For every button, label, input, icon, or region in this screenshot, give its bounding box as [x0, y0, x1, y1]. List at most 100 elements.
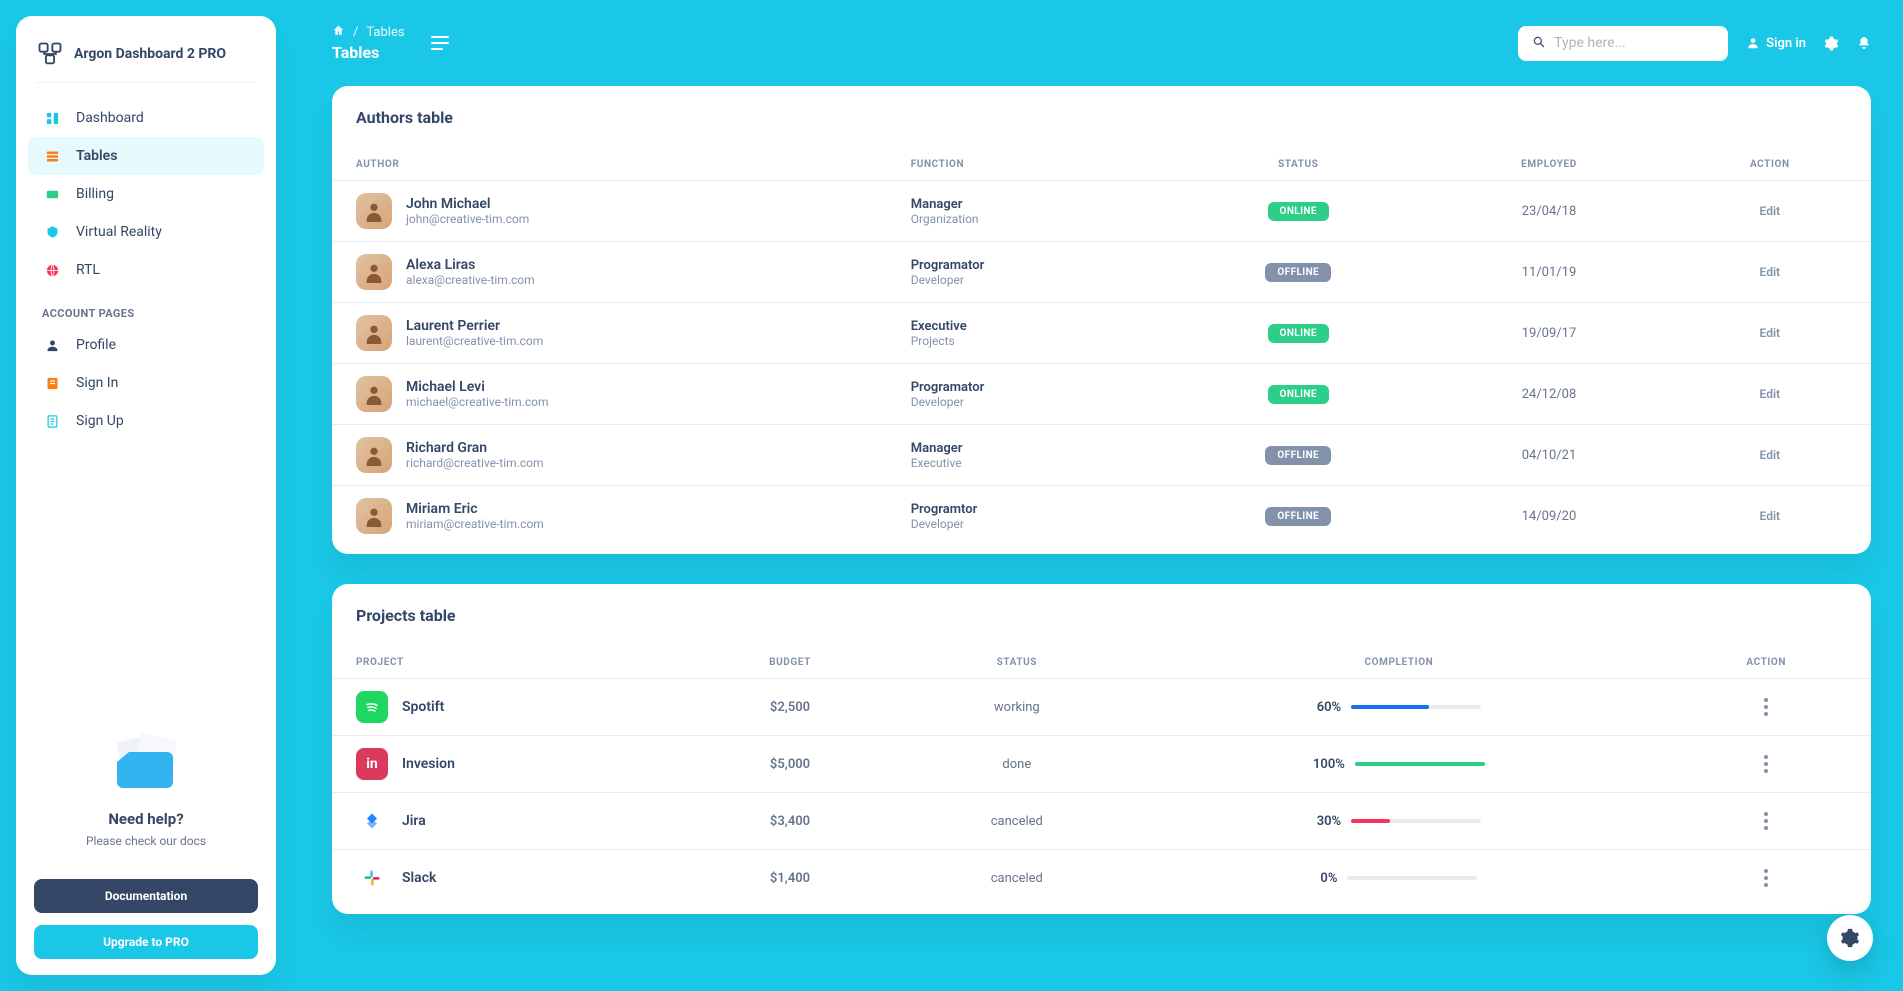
upgrade-button[interactable]: Upgrade to PRO — [34, 925, 258, 959]
edit-link[interactable]: Edit — [1760, 265, 1781, 279]
author-name: Laurent Perrier — [406, 318, 543, 334]
avatar — [356, 193, 392, 229]
table-row: Jira $3,400 canceled 30% — [332, 793, 1871, 850]
project-status: working — [897, 679, 1136, 736]
edit-link[interactable]: Edit — [1760, 204, 1781, 218]
profile-icon — [42, 338, 62, 353]
search-input[interactable] — [1554, 35, 1714, 51]
project-logo — [356, 691, 388, 723]
project-name: Jira — [402, 813, 426, 829]
project-budget: $1,400 — [683, 850, 897, 915]
author-name: Miriam Eric — [406, 501, 544, 517]
completion-pct: 60% — [1317, 700, 1341, 715]
row-actions-icon[interactable] — [1685, 698, 1847, 716]
author-org: Developer — [911, 395, 1143, 409]
project-status: done — [897, 736, 1136, 793]
nav-item-billing[interactable]: Billing — [28, 175, 264, 213]
col-header: ACTION — [1669, 149, 1871, 181]
brand-title: Argon Dashboard 2 PRO — [74, 46, 226, 62]
col-header: ACTION — [1661, 647, 1871, 679]
signin-link[interactable]: Sign in — [1746, 36, 1806, 51]
completion-pct: 0% — [1320, 871, 1337, 886]
divider — [36, 82, 256, 83]
author-org: Developer — [911, 517, 1143, 531]
nav-label: Sign Up — [76, 413, 124, 429]
authors-table: AUTHORFUNCTIONSTATUSEMPLOYEDACTION John … — [332, 149, 1871, 554]
col-header: STATUS — [1167, 149, 1429, 181]
edit-link[interactable]: Edit — [1760, 387, 1781, 401]
home-icon[interactable] — [332, 24, 345, 41]
author-role: Executive — [911, 319, 1143, 334]
nav-label: RTL — [76, 262, 100, 278]
col-header: BUDGET — [683, 647, 897, 679]
author-date: 24/12/08 — [1429, 364, 1668, 425]
progress-bar — [1355, 762, 1485, 766]
nav-item-dashboard[interactable]: Dashboard — [28, 99, 264, 137]
status-badge: OFFLINE — [1265, 446, 1331, 465]
project-status: canceled — [897, 850, 1136, 915]
author-date: 14/09/20 — [1429, 486, 1668, 555]
nav-list: Dashboard Tables Billing Virtual Reality… — [16, 93, 276, 704]
author-role: Programator — [911, 258, 1143, 273]
nav-item-virtual-reality[interactable]: Virtual Reality — [28, 213, 264, 251]
nav-item-sign-in[interactable]: Sign In — [28, 364, 264, 402]
nav-item-rtl[interactable]: RTL — [28, 251, 264, 289]
nav-label: Profile — [76, 337, 116, 353]
status-badge: OFFLINE — [1265, 263, 1331, 282]
nav-label: Billing — [76, 186, 114, 202]
avatar — [356, 376, 392, 412]
project-budget: $5,000 — [683, 736, 897, 793]
author-date: 04/10/21 — [1429, 425, 1668, 486]
col-header: COMPLETION — [1136, 647, 1661, 679]
edit-link[interactable]: Edit — [1760, 326, 1781, 340]
dashboard-icon — [42, 111, 62, 126]
settings-icon[interactable] — [1824, 36, 1839, 51]
brand[interactable]: Argon Dashboard 2 PRO — [16, 16, 276, 82]
row-actions-icon[interactable] — [1685, 812, 1847, 830]
author-role: Programator — [911, 380, 1143, 395]
project-name: Spotift — [402, 699, 444, 715]
author-email: miriam@creative-tim.com — [406, 517, 544, 531]
col-header: PROJECT — [332, 647, 683, 679]
breadcrumb-page: Tables — [366, 25, 404, 40]
notifications-icon[interactable] — [1857, 36, 1871, 50]
edit-link[interactable]: Edit — [1760, 509, 1781, 523]
nav-section-label: ACCOUNT PAGES — [28, 289, 264, 326]
menu-toggle-icon[interactable] — [431, 36, 449, 50]
author-org: Developer — [911, 273, 1143, 287]
nav-label: Dashboard — [76, 110, 144, 126]
settings-fab[interactable] — [1827, 915, 1873, 961]
status-badge: ONLINE — [1268, 324, 1329, 343]
authors-card: Authors table AUTHORFUNCTIONSTATUSEMPLOY… — [332, 86, 1871, 554]
status-badge: ONLINE — [1268, 202, 1329, 221]
search-box[interactable] — [1518, 26, 1728, 61]
authors-title: Authors table — [332, 86, 1871, 149]
progress-bar — [1351, 819, 1390, 823]
edit-link[interactable]: Edit — [1760, 448, 1781, 462]
brand-logo-icon — [36, 40, 64, 68]
row-actions-icon[interactable] — [1685, 755, 1847, 773]
nav-label: Sign In — [76, 375, 118, 391]
help-illustration — [34, 722, 258, 802]
author-org: Executive — [911, 456, 1143, 470]
sign-in-icon — [42, 376, 62, 391]
project-name: Invesion — [402, 756, 455, 772]
projects-card: Projects table PROJECTBUDGETSTATUSCOMPLE… — [332, 584, 1871, 914]
avatar — [356, 254, 392, 290]
author-date: 11/01/19 — [1429, 242, 1668, 303]
nav-label: Tables — [76, 148, 117, 164]
help-subtitle: Please check our docs — [86, 834, 206, 848]
project-name: Slack — [402, 870, 436, 886]
page-title: Tables — [332, 43, 405, 62]
documentation-button[interactable]: Documentation — [34, 879, 258, 913]
nav-item-profile[interactable]: Profile — [28, 326, 264, 364]
avatar — [356, 315, 392, 351]
nav-item-sign-up[interactable]: Sign Up — [28, 402, 264, 440]
row-actions-icon[interactable] — [1685, 869, 1847, 887]
table-row: Michael Levi michael@creative-tim.com Pr… — [332, 364, 1871, 425]
nav-item-tables[interactable]: Tables — [28, 137, 264, 175]
author-name: Alexa Liras — [406, 257, 535, 273]
author-role: Manager — [911, 441, 1143, 456]
table-row: Slack $1,400 canceled 0% — [332, 850, 1871, 915]
projects-title: Projects table — [332, 584, 1871, 647]
